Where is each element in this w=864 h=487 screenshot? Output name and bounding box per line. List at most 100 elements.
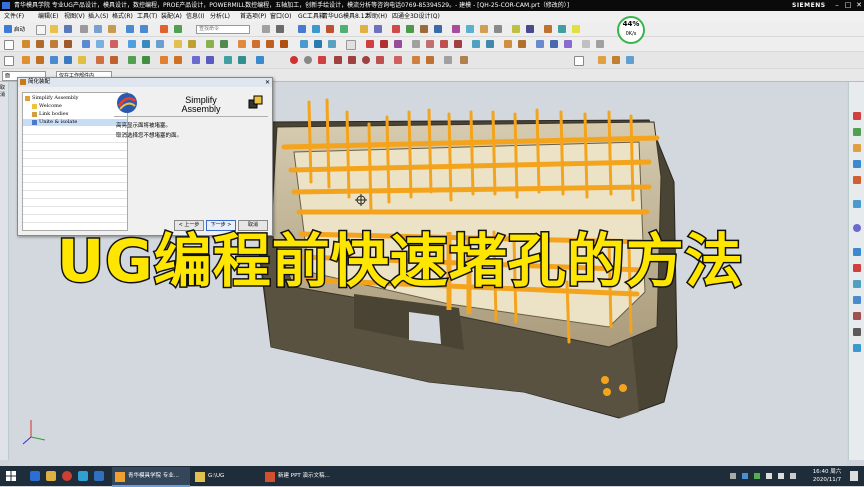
menu-gc-toolbox[interactable]: GC工具箱	[298, 11, 325, 22]
windows-start-icon[interactable]	[6, 471, 16, 481]
stop-icon[interactable]	[290, 56, 298, 64]
slider-icon[interactable]	[192, 56, 200, 64]
process-studio-icon[interactable]	[853, 264, 861, 272]
mold-wizard-icon[interactable]	[22, 56, 30, 64]
offset-curve-icon[interactable]	[596, 40, 604, 48]
menu-window[interactable]: 窗口(O)	[270, 11, 291, 22]
snap-icon[interactable]	[262, 25, 270, 33]
invert-icon[interactable]	[188, 40, 196, 48]
cavity-icon[interactable]	[280, 40, 288, 48]
snap-center-icon[interactable]	[362, 56, 370, 64]
grid-icon[interactable]	[276, 25, 284, 33]
system-scene-icon[interactable]	[853, 312, 861, 320]
snap-face-icon[interactable]	[426, 56, 434, 64]
through-curves-icon[interactable]	[314, 40, 322, 48]
subtract-icon[interactable]	[440, 40, 448, 48]
snap-point-icon[interactable]	[412, 56, 420, 64]
menu-insert[interactable]: 插入(S)	[88, 11, 109, 22]
menu-help[interactable]: 帮助(H)	[366, 11, 387, 22]
cavity-layout-icon[interactable]	[96, 56, 104, 64]
table-icon[interactable]	[346, 40, 356, 50]
parting-icon[interactable]	[252, 40, 260, 48]
snap-intersect-icon[interactable]	[394, 56, 402, 64]
shell-icon[interactable]	[420, 25, 428, 33]
edge-blend-icon[interactable]	[392, 25, 400, 33]
step-unite-isolate[interactable]: Unite & isolate	[23, 119, 127, 126]
intersect-icon[interactable]	[454, 40, 462, 48]
standard-part-icon[interactable]	[160, 56, 168, 64]
parting-tools-icon[interactable]	[128, 56, 136, 64]
csys-icon[interactable]	[50, 56, 58, 64]
surface-icon[interactable]	[300, 40, 308, 48]
box-icon[interactable]	[298, 25, 306, 33]
wcs-icon[interactable]	[526, 25, 534, 33]
record-icon[interactable]	[318, 56, 326, 64]
menu-file[interactable]: 文件(F)	[4, 11, 24, 22]
start-label[interactable]: 启动	[14, 25, 25, 33]
step-root[interactable]: Simplify Assembly	[23, 95, 127, 102]
taskbar-app-nx[interactable]: 青华模具学院 专业...	[112, 467, 190, 487]
reuse-library-icon[interactable]	[853, 160, 861, 168]
rotate-icon[interactable]	[64, 40, 72, 48]
close-button[interactable]: ✕	[854, 1, 864, 10]
system-materials-icon[interactable]	[853, 248, 861, 256]
assembly-navigator-icon[interactable]	[853, 112, 861, 120]
move-face-icon[interactable]	[394, 40, 402, 48]
menu-qinghua-mold[interactable]: 青华UG模具8.12	[322, 11, 368, 22]
new-file-icon[interactable]	[36, 25, 46, 35]
menu-analysis[interactable]: 分析(L)	[210, 11, 230, 22]
snap-mid-icon[interactable]	[348, 56, 356, 64]
component-icon[interactable]	[558, 25, 566, 33]
snap-bounding-icon[interactable]	[460, 56, 468, 64]
show-hide-icon[interactable]	[174, 40, 182, 48]
ruled-icon[interactable]	[328, 40, 336, 48]
tray-app-icon[interactable]	[742, 473, 748, 479]
sheet-icon[interactable]	[574, 56, 584, 66]
point-icon[interactable]	[582, 40, 590, 48]
arc-icon[interactable]	[564, 40, 572, 48]
patch-surface-icon[interactable]	[612, 56, 620, 64]
translucency-icon[interactable]	[220, 40, 228, 48]
start-icon[interactable]	[4, 25, 12, 33]
wireframe-icon[interactable]	[96, 40, 104, 48]
copy-icon[interactable]	[94, 25, 102, 33]
extract-icon[interactable]	[518, 40, 526, 48]
shaded-icon[interactable]	[82, 40, 90, 48]
taskbar-app-folder[interactable]: G:\UG	[192, 467, 256, 485]
history-icon[interactable]	[853, 224, 861, 232]
shrink-icon[interactable]	[64, 56, 72, 64]
ime-icon[interactable]	[790, 473, 796, 479]
replace-face-icon[interactable]	[380, 40, 388, 48]
paste-icon[interactable]	[108, 25, 116, 33]
cut-icon[interactable]	[80, 25, 88, 33]
chat-icon[interactable]	[78, 471, 88, 481]
system-clock[interactable]: 16:40 周六 2020/11/7	[808, 468, 846, 484]
menu-format[interactable]: 格式(R)	[112, 11, 133, 22]
step-link-bodies[interactable]: Link bodies	[23, 111, 127, 118]
sketch-icon[interactable]	[360, 25, 368, 33]
core-icon[interactable]	[266, 40, 274, 48]
menu-tools[interactable]: 工具(T)	[137, 11, 157, 22]
init-project-icon[interactable]	[36, 56, 44, 64]
roles-icon[interactable]	[853, 296, 861, 304]
dialog-close-button[interactable]: ✕	[265, 78, 270, 87]
ie-icon[interactable]	[30, 471, 40, 481]
square-icon[interactable]	[4, 56, 14, 66]
top-view-icon[interactable]	[156, 40, 164, 48]
step-welcome[interactable]: Welcome	[23, 103, 127, 110]
extend-icon[interactable]	[626, 56, 634, 64]
redo-icon[interactable]	[140, 25, 148, 33]
measure-icon[interactable]	[494, 25, 502, 33]
command-finder-icon[interactable]	[160, 25, 168, 33]
taskbar-app-ppt[interactable]: 新建 PPT 演示文稿...	[262, 467, 334, 485]
snap-quadrant-icon[interactable]	[376, 56, 384, 64]
mold-tools-2-icon[interactable]	[110, 56, 118, 64]
gate-icon[interactable]	[224, 56, 232, 64]
save-icon[interactable]	[64, 25, 72, 33]
pause-icon[interactable]	[304, 56, 312, 64]
mirror-icon[interactable]	[472, 40, 480, 48]
hole-icon[interactable]	[434, 25, 442, 33]
menu-info[interactable]: 信息(I)	[186, 11, 204, 22]
layer-icon[interactable]	[512, 25, 520, 33]
teamcenter-icon[interactable]	[853, 344, 861, 352]
